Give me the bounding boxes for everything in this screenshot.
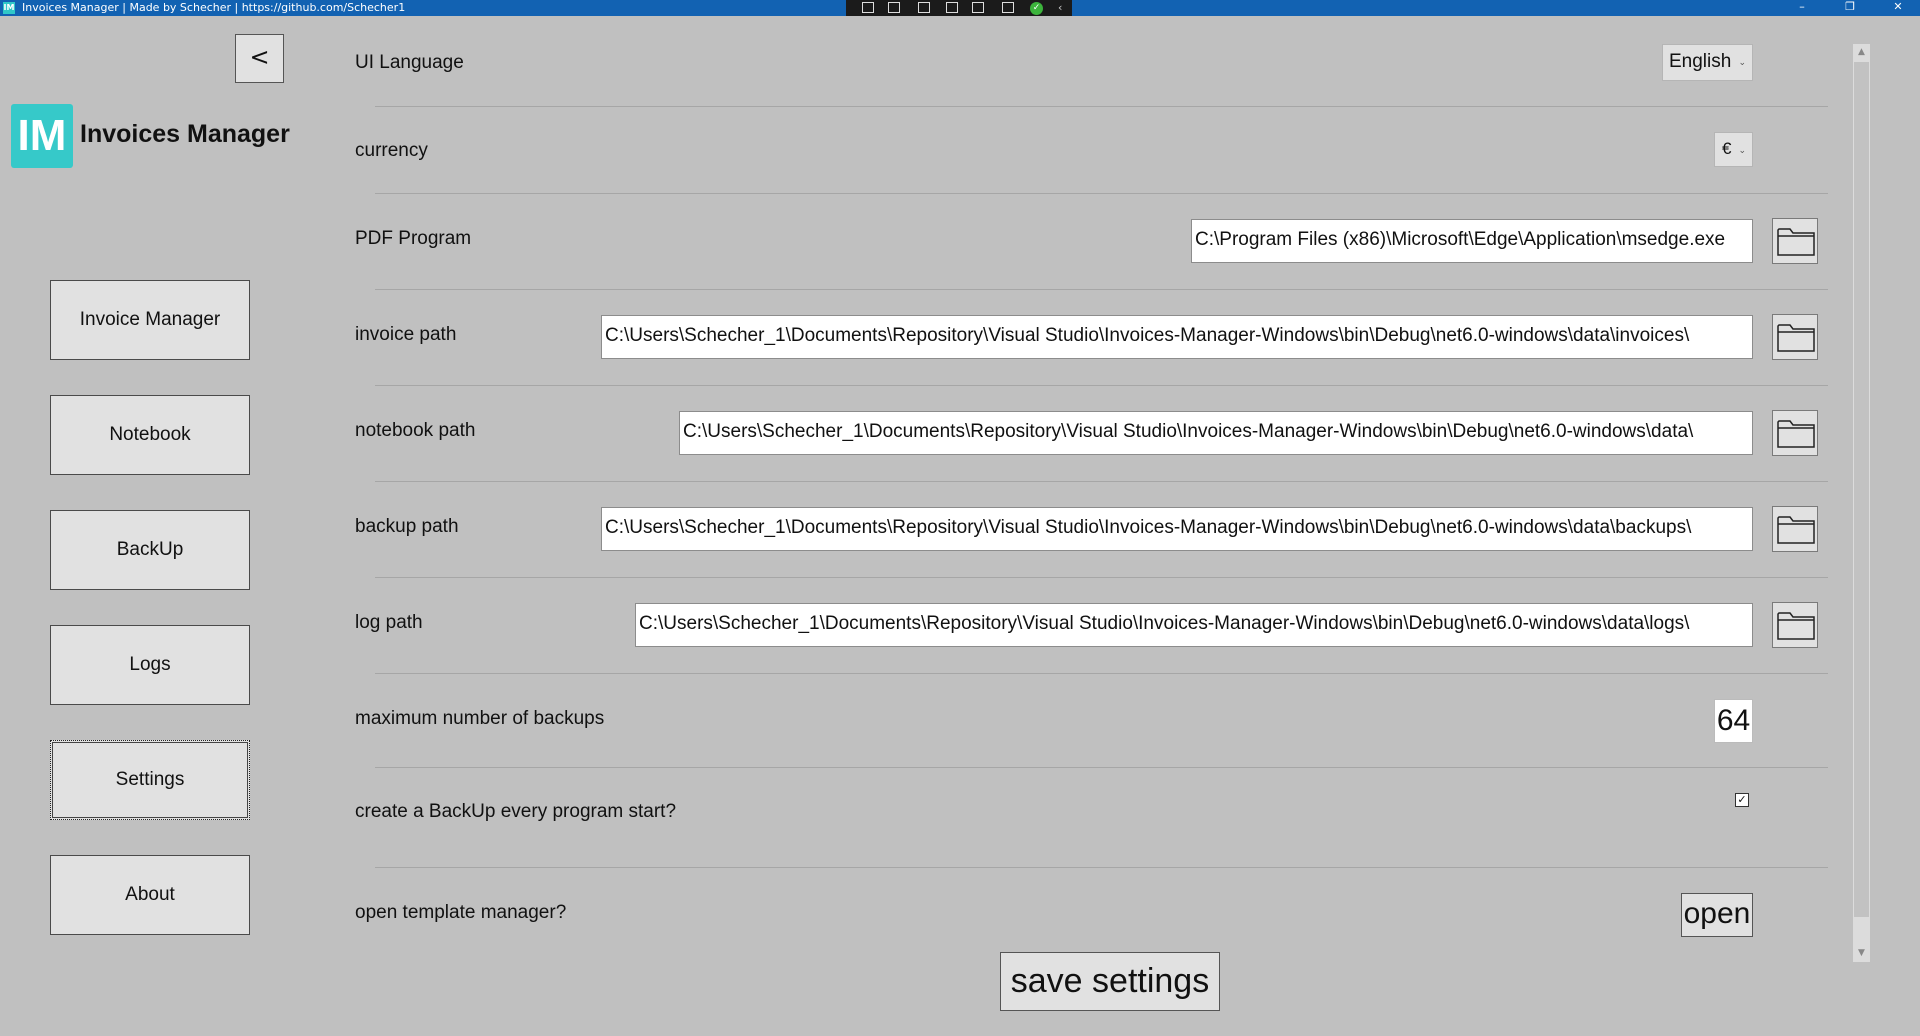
- pdf-program-field[interactable]: C:\Program Files (x86)\Microsoft\Edge\Ap…: [1191, 219, 1753, 263]
- divider: [375, 385, 1828, 386]
- currency-value: €: [1722, 139, 1732, 158]
- divider: [375, 577, 1828, 578]
- scroll-up-icon[interactable]: ▲: [1853, 44, 1870, 61]
- currency-select[interactable]: € ⌄: [1714, 132, 1753, 167]
- window-capture-icon[interactable]: [972, 2, 984, 13]
- restore-button[interactable]: ❐: [1830, 0, 1870, 16]
- backup-path-browse-button[interactable]: [1772, 506, 1818, 552]
- save-settings-button[interactable]: save settings: [1000, 952, 1220, 1011]
- log-path-browse-button[interactable]: [1772, 602, 1818, 648]
- log-path-label: log path: [355, 612, 423, 633]
- backup-path-label: backup path: [355, 516, 459, 537]
- collapse-icon[interactable]: ‹: [1058, 0, 1062, 16]
- invoice-path-label: invoice path: [355, 324, 457, 345]
- cursor-icon[interactable]: [918, 2, 930, 13]
- nav-notebook-button[interactable]: Notebook: [50, 395, 250, 475]
- max-backups-label: maximum number of backups: [355, 708, 605, 729]
- pdf-program-label: PDF Program: [355, 228, 472, 249]
- divider: [375, 106, 1828, 107]
- log-path-field[interactable]: C:\Users\Schecher_1\Documents\Repository…: [635, 603, 1753, 647]
- invoice-path-field[interactable]: C:\Users\Schecher_1\Documents\Repository…: [601, 315, 1753, 359]
- app-logo: IM: [11, 104, 73, 168]
- vertical-scrollbar[interactable]: ▲ ▼: [1853, 44, 1870, 962]
- window-title: Invoices Manager | Made by Schecher | ht…: [22, 1, 406, 14]
- ui-language-select[interactable]: English ⌄: [1662, 44, 1753, 81]
- floating-toolbar: ✓ ‹: [846, 0, 1072, 16]
- nav-backup-button[interactable]: BackUp: [50, 510, 250, 590]
- pdf-program-browse-button[interactable]: [1772, 218, 1818, 264]
- divider: [375, 673, 1828, 674]
- backup-on-start-checkbox[interactable]: ✓: [1735, 793, 1749, 807]
- nav-settings-button[interactable]: Settings: [50, 740, 250, 820]
- ui-language-value: English: [1669, 51, 1732, 72]
- currency-label: currency: [355, 140, 428, 161]
- scroll-down-icon[interactable]: ▼: [1853, 945, 1870, 962]
- backup-on-start-label: create a BackUp every program start?: [355, 801, 677, 822]
- toolbar-icon[interactable]: [862, 2, 874, 13]
- backup-path-field[interactable]: C:\Users\Schecher_1\Documents\Repository…: [601, 507, 1753, 551]
- nav-invoice-manager-button[interactable]: Invoice Manager: [50, 280, 250, 360]
- nav-logs-button[interactable]: Logs: [50, 625, 250, 705]
- notebook-path-label: notebook path: [355, 420, 476, 441]
- settings-icon[interactable]: [1002, 2, 1014, 13]
- minimize-button[interactable]: –: [1782, 0, 1822, 16]
- folder-icon: [1777, 516, 1815, 544]
- camera-icon[interactable]: [888, 2, 900, 13]
- check-icon[interactable]: ✓: [1030, 2, 1043, 15]
- ui-language-label: UI Language: [355, 52, 464, 73]
- nav-about-button[interactable]: About: [50, 855, 250, 935]
- max-backups-input[interactable]: 64: [1714, 699, 1753, 743]
- folder-icon: [1777, 228, 1815, 256]
- title-bar: IM Invoices Manager | Made by Schecher |…: [0, 0, 1920, 16]
- folder-icon: [1777, 324, 1815, 352]
- notebook-path-browse-button[interactable]: [1772, 410, 1818, 456]
- invoice-path-browse-button[interactable]: [1772, 314, 1818, 360]
- notebook-path-field[interactable]: C:\Users\Schecher_1\Documents\Repository…: [679, 411, 1753, 455]
- folder-icon: [1777, 420, 1815, 448]
- app-icon: IM: [3, 2, 15, 14]
- back-button[interactable]: <: [235, 34, 284, 83]
- scroll-thumb[interactable]: [1854, 62, 1869, 917]
- close-button[interactable]: ✕: [1878, 0, 1918, 16]
- template-manager-label: open template manager?: [355, 902, 567, 923]
- select-icon[interactable]: [946, 2, 958, 13]
- divider: [375, 867, 1828, 868]
- divider: [375, 193, 1828, 194]
- chevron-down-icon: ⌄: [1738, 145, 1746, 155]
- open-template-manager-button[interactable]: open: [1681, 893, 1753, 937]
- folder-icon: [1777, 612, 1815, 640]
- app-name: Invoices Manager: [80, 120, 290, 148]
- divider: [375, 481, 1828, 482]
- divider: [375, 767, 1828, 768]
- chevron-down-icon: ⌄: [1738, 57, 1746, 67]
- divider: [375, 289, 1828, 290]
